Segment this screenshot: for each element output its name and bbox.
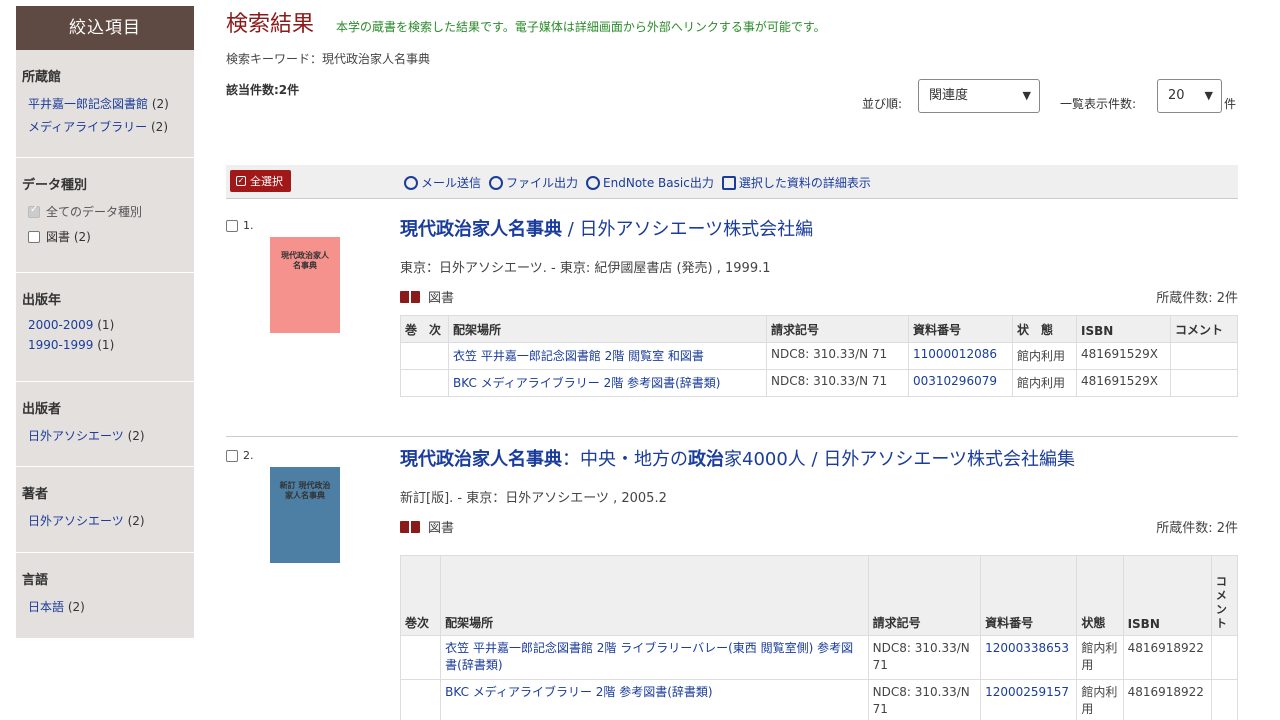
facet-item-publisher[interactable]: 日外アソシエーツ (2) bbox=[28, 427, 188, 444]
search-keyword: 検索キーワード：現代政治家人名事典 bbox=[226, 52, 431, 66]
record-type: 図書 bbox=[400, 287, 454, 306]
col-isbn: ISBN bbox=[1122, 555, 1212, 636]
facet-publisher: 出版者 日外アソシエーツ (2) bbox=[16, 382, 194, 467]
check-icon: ✓ bbox=[236, 176, 246, 186]
location-link[interactable]: BKC メディアライブラリー 2階 参考図書(辞書類) bbox=[453, 376, 720, 390]
record-title[interactable]: 現代政治家人名事典 / 日外アソシエーツ株式会社編 bbox=[400, 215, 813, 241]
per-page-select[interactable]: 20 ▼ bbox=[1157, 79, 1222, 113]
checkbox[interactable] bbox=[226, 219, 238, 232]
col-barcode: 資料番号 bbox=[980, 555, 1078, 636]
location-link[interactable]: 衣笠 平井嘉一郎記念図書館 2階 閲覧室 和図書 bbox=[453, 349, 704, 363]
call-number: NDC8: 310.33/N 71 bbox=[867, 635, 982, 680]
checkbox[interactable] bbox=[226, 449, 238, 462]
facet-item-medialib[interactable]: メディアライブラリー (2) bbox=[28, 118, 188, 135]
record-publication: 東京：日外アソシエーツ. - 東京: 紀伊國屋書店 (発売) , 1999.1 bbox=[400, 261, 771, 276]
col-status: 状態 bbox=[1076, 555, 1124, 636]
facet-title: 言語 bbox=[22, 573, 49, 588]
col-comment: コメント bbox=[1170, 315, 1238, 343]
call-number: NDC8: 310.33/N 71 bbox=[766, 342, 909, 370]
chevron-down-icon: ▼ bbox=[1022, 89, 1031, 102]
sort-label: 並び順: bbox=[862, 97, 903, 111]
location-link[interactable]: BKC メディアライブラリー 2階 参考図書(辞書類) bbox=[445, 685, 712, 699]
facet-header: 絞込項目 bbox=[16, 6, 194, 50]
facet-item-2000s[interactable]: 2000-2009 (1) bbox=[28, 318, 188, 332]
barcode-link[interactable]: 11000012086 bbox=[913, 347, 997, 361]
barcode-link[interactable]: 00310296079 bbox=[913, 374, 997, 388]
edit-icon bbox=[721, 175, 736, 190]
col-status: 状 態 bbox=[1012, 315, 1077, 343]
holdings-table: 巻次 配架場所 請求記号 資料番号 状態 ISBN コメント 衣笠 平井嘉一郎記… bbox=[399, 555, 1239, 720]
holdings-table: 巻 次 配架場所 請求記号 資料番号 状 態 ISBN コメント 衣笠 平井嘉一… bbox=[400, 315, 1238, 397]
facet-library: 所蔵館 平井嘉一郎記念図書館 (2) メディアライブラリー (2) bbox=[16, 50, 194, 158]
facet-author: 著者 日外アソシエーツ (2) bbox=[16, 467, 194, 553]
col-barcode: 資料番号 bbox=[908, 315, 1013, 343]
record-type: 図書 bbox=[400, 517, 454, 536]
facet-item-hirai[interactable]: 平井嘉一郎記念図書館 (2) bbox=[28, 95, 188, 112]
detail-view-button[interactable]: 選択した資料の詳細表示 bbox=[721, 174, 871, 191]
facet-sidebar: 絞込項目 所蔵館 平井嘉一郎記念図書館 (2) メディアライブラリー (2) デ… bbox=[16, 6, 194, 639]
table-row: BKC メディアライブラリー 2階 参考図書(辞書類) NDC8: 310.33… bbox=[399, 679, 1239, 720]
call-number: NDC8: 310.33/N 71 bbox=[766, 369, 909, 397]
table-row: 衣笠 平井嘉一郎記念図書館 2階 閲覧室 和図書 NDC8: 310.33/N … bbox=[400, 342, 1238, 370]
col-volume: 巻 次 bbox=[400, 315, 449, 343]
holding-count: 所蔵件数: 2件 bbox=[1156, 291, 1238, 306]
facet-title: 所蔵館 bbox=[22, 70, 62, 85]
page-title: 検索結果 bbox=[226, 12, 315, 37]
mail-icon bbox=[404, 175, 418, 190]
facet-item-author[interactable]: 日外アソシエーツ (2) bbox=[28, 512, 188, 529]
col-comment: コメント bbox=[1210, 555, 1239, 636]
barcode-link[interactable]: 12000259157 bbox=[985, 685, 1069, 699]
facet-title: 出版年 bbox=[22, 293, 62, 308]
facet-datatype: データ種別 全てのデータ種別 図書 (2) bbox=[16, 158, 194, 273]
result-toolbar: ✓ 全選択 メール送信 ファイル出力 EndNote Basic出力 選択した資料… bbox=[226, 165, 1238, 199]
results-main: 検索結果 本学の蔵書を検索した結果です。電子媒体は詳細画面から外部へリンクする事… bbox=[226, 6, 1239, 720]
file-export-button[interactable]: ファイル出力 bbox=[489, 174, 578, 191]
call-number: NDC8: 310.33/N 71 bbox=[867, 679, 982, 720]
hit-count: 該当件数:2件 bbox=[226, 83, 300, 97]
page-description: 本学の蔵書を検索した結果です。電子媒体は詳細画面から外部へリンクする事が可能です… bbox=[336, 20, 826, 34]
holding-count: 所蔵件数: 2件 bbox=[1156, 521, 1238, 536]
col-isbn: ISBN bbox=[1076, 315, 1171, 343]
col-location: 配架場所 bbox=[440, 555, 869, 636]
facet-item-japanese[interactable]: 日本語 (2) bbox=[28, 598, 188, 615]
col-callno: 請求記号 bbox=[766, 315, 909, 343]
select-all-button[interactable]: ✓ 全選択 bbox=[230, 170, 291, 192]
facet-check-all: 全てのデータ種別 bbox=[28, 203, 188, 220]
table-row: 衣笠 平井嘉一郎記念図書館 2階 ライブラリーバレー(東西 閲覧室側) 参考図書… bbox=[399, 635, 1239, 680]
facet-language: 言語 日本語 (2) bbox=[16, 553, 194, 639]
book-cover[interactable]: 現代政治家人名事典 bbox=[270, 237, 340, 333]
per-page-label: 一覧表示件数: bbox=[1060, 97, 1137, 111]
chevron-down-icon: ▼ bbox=[1204, 89, 1213, 102]
table-row: BKC メディアライブラリー 2階 参考図書(辞書類) NDC8: 310.33… bbox=[400, 369, 1238, 397]
facet-title: 出版者 bbox=[22, 402, 62, 417]
facet-item-1990s[interactable]: 1990-1999 (1) bbox=[28, 338, 188, 352]
col-volume: 巻次 bbox=[399, 555, 442, 636]
mail-button[interactable]: メール送信 bbox=[404, 174, 481, 191]
file-icon bbox=[489, 175, 504, 190]
location-link[interactable]: 衣笠 平井嘉一郎記念図書館 2階 ライブラリーバレー(東西 閲覧室側) 参考図書… bbox=[445, 641, 853, 672]
book-cover[interactable]: 新訂 現代政治家人名事典 bbox=[270, 467, 340, 563]
book-icon bbox=[400, 290, 420, 303]
record-checkbox[interactable]: 2. bbox=[226, 449, 254, 462]
per-page-unit: 件 bbox=[1224, 97, 1237, 111]
barcode-link[interactable]: 12000338653 bbox=[985, 641, 1069, 655]
col-location: 配架場所 bbox=[448, 315, 767, 343]
record-publication: 新訂[版]. - 東京：日外アソシエーツ , 2005.2 bbox=[400, 491, 667, 506]
endnote-button[interactable]: EndNote Basic出力 bbox=[586, 174, 714, 191]
record-checkbox[interactable]: 1. bbox=[226, 219, 254, 232]
col-callno: 請求記号 bbox=[867, 555, 982, 636]
checkbox[interactable] bbox=[28, 230, 40, 243]
checkbox-disabled bbox=[28, 204, 40, 218]
sort-select[interactable]: 関連度 ▼ bbox=[918, 79, 1040, 113]
result-record: 1. 現代政治家人名事典 現代政治家人名事典 / 日外アソシエーツ株式会社編 東… bbox=[226, 207, 1238, 437]
facet-title: 著者 bbox=[22, 487, 49, 502]
book-icon bbox=[400, 520, 420, 533]
facet-check-book[interactable]: 図書 (2) bbox=[28, 228, 188, 245]
facet-year: 出版年 2000-2009 (1) 1990-1999 (1) bbox=[16, 273, 194, 382]
record-title[interactable]: 現代政治家人名事典：中央・地方の政治家4000人 / 日外アソシエーツ株式会社編… bbox=[400, 445, 1075, 471]
facet-title: データ種別 bbox=[22, 178, 88, 193]
endnote-icon bbox=[586, 175, 601, 190]
